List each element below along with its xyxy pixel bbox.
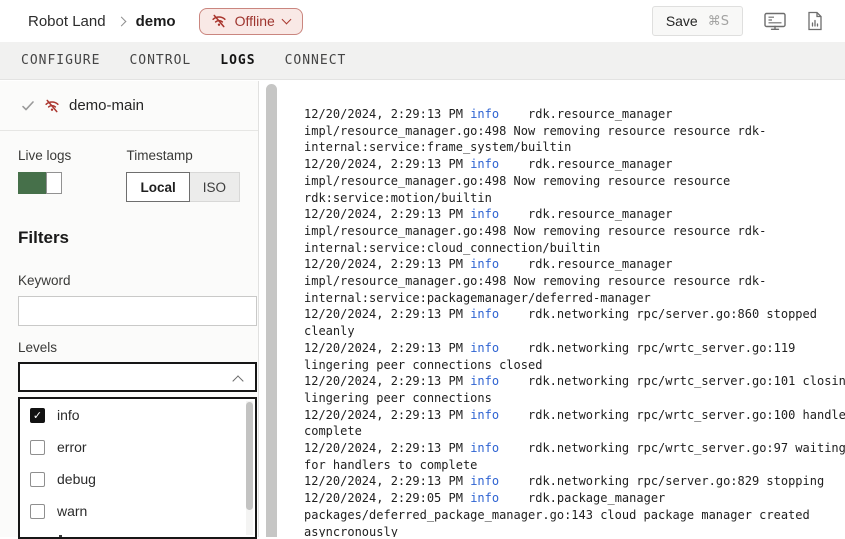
document-stats-icon xyxy=(807,11,823,31)
tab-bar: CONFIGURE CONTROL LOGS CONNECT xyxy=(0,42,845,80)
status-badge-label: Offline xyxy=(235,13,275,29)
checkbox-unchecked-icon[interactable] xyxy=(30,504,45,519)
log-list: 12/20/2024, 2:29:13 PM info rdk.resource… xyxy=(304,106,845,537)
log-timestamp: 12/20/2024, 2:29:13 PM xyxy=(304,341,463,355)
logs-scrollbar-thumb[interactable] xyxy=(266,84,277,537)
timestamp-iso-button[interactable]: ISO xyxy=(190,172,240,202)
level-option-label: debug xyxy=(57,471,96,487)
live-logs-toggle[interactable] xyxy=(18,172,62,194)
level-option-label: warn xyxy=(57,503,87,519)
level-option-label: info xyxy=(57,407,80,423)
tab-configure[interactable]: CONFIGURE xyxy=(21,53,100,68)
log-timestamp: 12/20/2024, 2:29:13 PM xyxy=(304,107,463,121)
log-timestamp: 12/20/2024, 2:29:13 PM xyxy=(304,307,463,321)
save-shortcut: ⌘S xyxy=(708,14,729,29)
log-entry: 12/20/2024, 2:29:13 PM info rdk.resource… xyxy=(304,156,845,206)
save-button[interactable]: Save ⌘S xyxy=(652,6,743,36)
breadcrumb-org[interactable]: Robot Land xyxy=(28,13,106,30)
log-message: rdk.networking rpc/server.go:829 stoppin… xyxy=(528,474,824,488)
log-level-link[interactable]: info xyxy=(470,207,499,221)
tab-control[interactable]: CONTROL xyxy=(129,53,191,68)
keyword-label: Keyword xyxy=(18,273,258,288)
log-report-button[interactable] xyxy=(807,11,823,31)
log-controls: Live logs Timestamp Local ISO xyxy=(0,131,258,202)
log-level-link[interactable]: info xyxy=(470,307,499,321)
levels-option-list: ✓ info error debug warn xyxy=(20,399,255,527)
levels-select[interactable] xyxy=(18,362,257,392)
log-timestamp: 12/20/2024, 2:29:13 PM xyxy=(304,408,463,422)
log-entry: 12/20/2024, 2:29:13 PM info rdk.resource… xyxy=(304,106,845,156)
log-level-link[interactable]: info xyxy=(470,474,499,488)
log-timestamp: 12/20/2024, 2:29:05 PM xyxy=(304,491,463,505)
log-entry: 12/20/2024, 2:29:05 PM info rdk.package_… xyxy=(304,490,845,537)
machine-part-row[interactable]: demo-main xyxy=(0,81,258,131)
log-entry: 12/20/2024, 2:29:13 PM info rdk.resource… xyxy=(304,206,845,256)
dropdown-scrollbar-thumb[interactable] xyxy=(246,402,253,510)
wifi-off-icon xyxy=(44,98,60,114)
save-button-label: Save xyxy=(666,13,698,29)
level-option-debug[interactable]: debug xyxy=(20,463,255,495)
level-option-error[interactable]: error xyxy=(20,431,255,463)
chevron-down-icon xyxy=(281,15,291,25)
levels-label: Levels xyxy=(18,340,258,355)
log-level-link[interactable]: info xyxy=(470,107,499,121)
keyword-input[interactable] xyxy=(18,296,257,326)
timestamp-label: Timestamp xyxy=(126,148,240,163)
checkbox-checked-icon[interactable]: ✓ xyxy=(30,408,45,423)
levels-dropdown-panel: ✓ info error debug warn xyxy=(18,397,257,539)
checkbox-unchecked-icon[interactable] xyxy=(30,472,45,487)
filters-heading: Filters xyxy=(18,228,258,248)
top-bar: Robot Land demo Offline Save ⌘S xyxy=(0,0,845,42)
log-timestamp: 12/20/2024, 2:29:13 PM xyxy=(304,441,463,455)
breadcrumb-machine[interactable]: demo xyxy=(136,13,176,30)
log-entry: 12/20/2024, 2:29:13 PM info rdk.networki… xyxy=(304,473,845,490)
log-level-link[interactable]: info xyxy=(470,257,499,271)
machine-status-badge[interactable]: Offline xyxy=(199,8,303,35)
log-timestamp: 12/20/2024, 2:29:13 PM xyxy=(304,157,463,171)
log-level-link[interactable]: info xyxy=(470,374,499,388)
log-entry: 12/20/2024, 2:29:13 PM info rdk.networki… xyxy=(304,340,845,373)
log-level-link[interactable]: info xyxy=(470,408,499,422)
log-timestamp: 12/20/2024, 2:29:13 PM xyxy=(304,474,463,488)
tab-connect[interactable]: CONNECT xyxy=(285,53,347,68)
log-panel: 12/20/2024, 2:29:13 PM info rdk.resource… xyxy=(260,81,845,537)
log-entry: 12/20/2024, 2:29:13 PM info rdk.networki… xyxy=(304,373,845,406)
timestamp-local-button[interactable]: Local xyxy=(126,172,189,202)
log-timestamp: 12/20/2024, 2:29:13 PM xyxy=(304,207,463,221)
log-entry: 12/20/2024, 2:29:13 PM info rdk.networki… xyxy=(304,306,845,339)
level-option-warn[interactable]: warn xyxy=(20,495,255,527)
monitor-display-button[interactable] xyxy=(764,12,786,31)
log-level-link[interactable]: info xyxy=(470,157,499,171)
live-logs-label: Live logs xyxy=(18,148,126,163)
logs-sidebar: demo-main Live logs Timestamp Local ISO … xyxy=(0,81,259,537)
breadcrumb-separator-icon xyxy=(116,16,126,26)
wifi-off-icon xyxy=(211,13,227,29)
log-entry: 12/20/2024, 2:29:13 PM info rdk.networki… xyxy=(304,440,845,473)
timestamp-segmented-control: Local ISO xyxy=(126,172,240,202)
log-entry: 12/20/2024, 2:29:13 PM info rdk.networki… xyxy=(304,407,845,440)
log-level-link[interactable]: info xyxy=(470,491,499,505)
log-level-link[interactable]: info xyxy=(470,441,499,455)
log-timestamp: 12/20/2024, 2:29:13 PM xyxy=(304,257,463,271)
log-level-link[interactable]: info xyxy=(470,341,499,355)
level-option-info[interactable]: ✓ info xyxy=(20,399,255,431)
chevron-up-icon xyxy=(232,375,243,386)
check-icon xyxy=(21,99,35,113)
toggle-knob xyxy=(46,172,62,194)
log-timestamp: 12/20/2024, 2:29:13 PM xyxy=(304,374,463,388)
tab-logs[interactable]: LOGS xyxy=(220,53,255,68)
checkbox-unchecked-icon[interactable] xyxy=(30,440,45,455)
toggle-on-track xyxy=(18,172,46,194)
monitor-icon xyxy=(764,12,786,31)
machine-part-name: demo-main xyxy=(69,97,144,114)
log-entry: 12/20/2024, 2:29:13 PM info rdk.resource… xyxy=(304,256,845,306)
level-option-label: error xyxy=(57,439,87,455)
